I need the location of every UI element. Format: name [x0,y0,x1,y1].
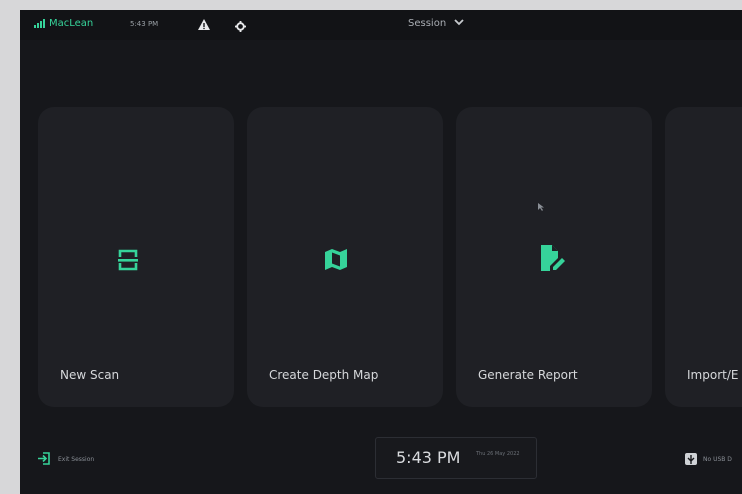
generate-report-card[interactable]: Generate Report [456,107,652,407]
card-label: New Scan [60,368,120,382]
usb-icon [685,453,697,465]
clock-time: 5:43 PM [396,448,461,467]
new-scan-card[interactable]: New Scan [38,107,234,407]
gear-icon[interactable] [235,17,246,36]
warning-icon[interactable] [197,16,211,35]
clock-date: Thu 26 May 2022 [476,451,520,457]
card-label: Generate Report [478,368,578,382]
import-export-card[interactable]: Import/E [665,107,742,407]
scan-icon [118,249,138,275]
brand: MacLean [34,18,93,29]
report-icon [541,245,565,275]
usb-status[interactable]: No USB D [685,453,732,465]
exit-session-button[interactable]: Exit Session [38,452,94,467]
mouse-cursor-icon [538,196,544,215]
create-depth-map-card[interactable]: Create Depth Map [247,107,443,407]
map-icon [325,249,347,274]
signal-icon [34,19,45,28]
brand-name: MacLean [49,18,94,29]
exit-icon [38,452,50,467]
chevron-down-icon [454,18,464,29]
session-label: Session [408,18,447,29]
top-bar: MacLean 5:43 PM Session [20,10,742,40]
exit-label: Exit Session [58,456,95,463]
topbar-time: 5:43 PM [130,20,159,28]
card-label: Create Depth Map [269,368,379,382]
app-screen: MacLean 5:43 PM Session New Scan Create … [20,10,742,494]
clock-panel: 5:43 PM Thu 26 May 2022 [375,437,537,479]
usb-label: No USB D [703,455,732,463]
card-label: Import/E [687,368,739,382]
session-dropdown[interactable]: Session [408,18,464,29]
